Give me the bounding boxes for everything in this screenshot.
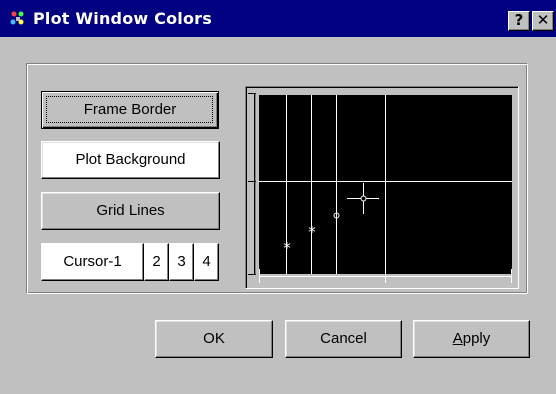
apply-label: pply (462, 330, 491, 347)
frame-border-label: Frame Border (83, 101, 177, 118)
title-bar[interactable]: Plot Window Colors ? ✕ (0, 0, 556, 37)
ok-button[interactable]: OK (155, 320, 273, 358)
plot-window-colors-dialog: Plot Window Colors ? ✕ Frame Border Plot… (0, 0, 556, 394)
plot-preview-canvas: * * (248, 93, 512, 283)
cursor-3-button[interactable]: 3 (169, 243, 194, 281)
plot-background-label: Plot Background (75, 151, 186, 168)
window-title: Plot Window Colors (33, 9, 212, 28)
help-button[interactable]: ? (508, 11, 530, 31)
marker-star-2: * (308, 223, 316, 241)
apply-button[interactable]: Apply (413, 320, 530, 358)
app-icon (9, 10, 27, 28)
cursor-2-label: 2 (152, 253, 161, 270)
marker-star-1: * (283, 239, 291, 257)
cursor-1-button[interactable]: Cursor-1 (41, 243, 144, 281)
ok-label: OK (203, 330, 225, 347)
frame-border-button[interactable]: Frame Border (41, 91, 219, 129)
cancel-button[interactable]: Cancel (285, 320, 402, 358)
plot-background-button[interactable]: Plot Background (41, 141, 220, 179)
cursor-2-button[interactable]: 2 (144, 243, 169, 281)
cancel-label: Cancel (320, 330, 367, 347)
apply-mnemonic: A (452, 330, 463, 347)
grid-lines-label: Grid Lines (96, 202, 165, 219)
grid-lines-button[interactable]: Grid Lines (41, 192, 220, 230)
close-button[interactable]: ✕ (532, 11, 554, 31)
plot-preview[interactable]: * * (245, 86, 519, 289)
cursor-4-label: 4 (202, 253, 211, 270)
cursor-4-button[interactable]: 4 (194, 243, 219, 281)
cursor-1-label: Cursor-1 (63, 253, 122, 270)
cursor-3-label: 3 (177, 253, 186, 270)
